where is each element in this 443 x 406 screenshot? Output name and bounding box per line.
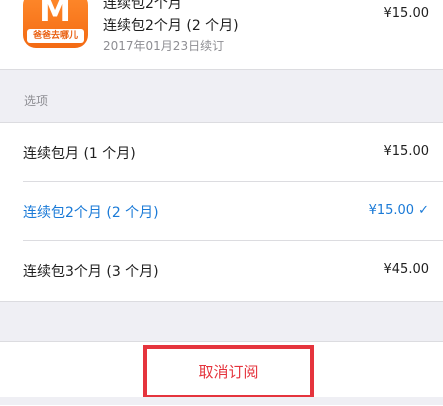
subscription-price: ¥15.00	[383, 6, 430, 21]
cancel-subscription-button[interactable]: 取消订阅	[143, 345, 314, 399]
option-price: ¥45.00	[383, 262, 430, 277]
checkmark-icon: ✓	[418, 203, 429, 218]
app-icon-letter: M	[39, 0, 71, 29]
mango-tv-app-icon: M 爸爸去哪儿	[23, 0, 88, 48]
options-section-label: 选项	[24, 94, 49, 108]
subscription-plan: 连续包2个月 (2 个月)	[103, 18, 239, 34]
option-label: 连续包3个月 (3 个月)	[23, 264, 159, 280]
options-list: 连续包月 (1 个月) ¥15.00 连续包2个月 (2 个月) ¥15.00 ✓…	[0, 122, 443, 302]
option-2-months[interactable]: 连续包2个月 (2 个月) ¥15.00 ✓	[0, 182, 443, 241]
option-price: ¥15.00	[383, 144, 430, 159]
renewal-date: 2017年01月23日续订	[103, 39, 225, 53]
subscription-name: 连续包2个月	[103, 0, 182, 12]
option-label: 连续包2个月 (2 个月)	[23, 205, 159, 221]
option-price-selected: ¥15.00 ✓	[369, 203, 429, 218]
subscription-header: M 爸爸去哪儿 连续包2个月 连续包2个月 (2 个月) 2017年01月23日…	[0, 0, 443, 70]
option-price-value: ¥15.00	[368, 203, 415, 218]
option-3-months[interactable]: 连续包3个月 (3 个月) ¥45.00	[0, 241, 443, 300]
app-icon-slogan: 爸爸去哪儿	[27, 29, 84, 43]
option-label: 连续包月 (1 个月)	[23, 146, 136, 162]
option-1-month[interactable]: 连续包月 (1 个月) ¥15.00	[0, 123, 443, 182]
bottom-spacer	[0, 397, 443, 405]
